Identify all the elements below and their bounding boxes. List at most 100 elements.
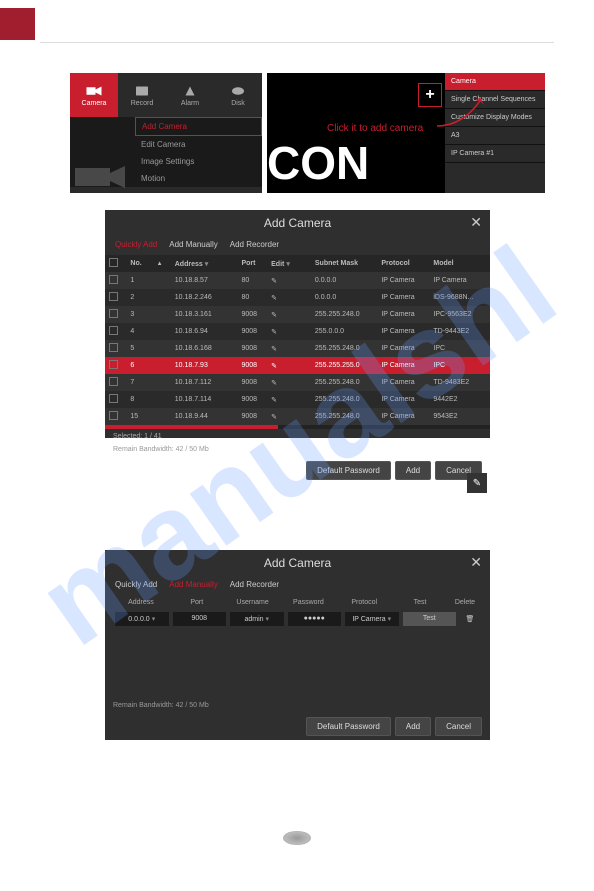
edit-icon[interactable]: ✎ xyxy=(267,357,301,374)
scrollbar-thumb[interactable] xyxy=(105,425,278,429)
col-port[interactable]: Port xyxy=(237,255,267,272)
menu-label: Record xyxy=(131,100,154,107)
tab-add-manually[interactable]: Add Manually xyxy=(169,240,217,249)
cell-mask: 255.255.248.0 xyxy=(311,408,377,425)
cell-protocol: IP Camera xyxy=(377,272,429,289)
header-divider xyxy=(40,42,554,43)
close-icon[interactable]: ✕ xyxy=(470,214,482,231)
table-row[interactable]: 310.18.3.1619008✎255.255.248.0IP CameraI… xyxy=(105,306,490,323)
default-password-button[interactable]: Default Password xyxy=(306,461,391,480)
camera-table: No. Address Port Edit Subnet Mask Protoc… xyxy=(105,255,490,425)
test-button[interactable]: Test xyxy=(403,612,457,626)
cell-port: 9008 xyxy=(237,408,267,425)
hdr-delete: Delete xyxy=(450,599,480,606)
table-row[interactable]: 410.18.6.949008✎255.0.0.0IP CameraTD-944… xyxy=(105,323,490,340)
edit-icon[interactable]: ✎ xyxy=(267,391,301,408)
menu-image-settings[interactable]: Image Settings xyxy=(135,153,262,170)
table-row[interactable]: 1510.18.9.449008✎255.255.248.0IP Camera9… xyxy=(105,408,490,425)
cell-address: 10.18.9.44 xyxy=(171,408,228,425)
ctx-item-camera[interactable]: Camera xyxy=(445,73,545,91)
col-check[interactable] xyxy=(105,255,126,272)
tab-add-recorder[interactable]: Add Recorder xyxy=(230,580,279,589)
row-checkbox[interactable] xyxy=(109,394,118,403)
default-password-button[interactable]: Default Password xyxy=(306,717,391,736)
selected-count: Selected: 1 / 41 xyxy=(105,431,490,442)
row-checkbox[interactable] xyxy=(109,360,118,369)
col-edit[interactable]: Edit xyxy=(267,255,301,272)
row-checkbox[interactable] xyxy=(109,292,118,301)
add-camera-plus[interactable]: + xyxy=(418,83,442,107)
edit-icon[interactable]: ✎ xyxy=(267,289,301,306)
port-input[interactable]: 9008 xyxy=(173,612,227,626)
col-address[interactable]: Address xyxy=(171,255,228,272)
menu-add-camera[interactable]: Add Camera xyxy=(135,117,262,136)
edit-icon[interactable]: ✎ xyxy=(267,374,301,391)
col-subnet[interactable]: Subnet Mask xyxy=(311,255,377,272)
add-button[interactable]: Add xyxy=(395,461,431,480)
menu-panel: Camera Record Alarm Disk Add Camera Edit… xyxy=(70,73,262,193)
context-left: CON Click it to add camera + xyxy=(267,73,445,193)
row-checkbox[interactable] xyxy=(109,377,118,386)
cell-protocol: IP Camera xyxy=(377,323,429,340)
add-camera-dialog-manual: Add Camera ✕ Quickly Add Add Manually Ad… xyxy=(105,550,490,740)
tab-quickly-add[interactable]: Quickly Add xyxy=(115,580,157,589)
menu-motion[interactable]: Motion xyxy=(135,170,262,187)
edit-icon-block[interactable]: ✎ xyxy=(467,473,487,493)
tab-add-recorder[interactable]: Add Recorder xyxy=(230,240,279,249)
sort-indicator[interactable] xyxy=(151,255,171,272)
col-model[interactable]: Model xyxy=(429,255,490,272)
menu-edit-camera[interactable]: Edit Camera xyxy=(135,136,262,153)
table-row[interactable]: 810.18.7.1149008✎255.255.248.0IP Camera9… xyxy=(105,391,490,408)
protocol-select[interactable]: IP Camera xyxy=(345,612,399,626)
menu-record[interactable]: Record xyxy=(118,73,166,117)
menu-disk[interactable]: Disk xyxy=(214,73,262,117)
menu-camera[interactable]: Camera xyxy=(70,73,118,117)
menu-label: Disk xyxy=(231,100,245,107)
menu-alarm[interactable]: Alarm xyxy=(166,73,214,117)
cell-protocol: IP Camera xyxy=(377,289,429,306)
row-checkbox[interactable] xyxy=(109,275,118,284)
col-protocol[interactable]: Protocol xyxy=(377,255,429,272)
col-no[interactable]: No. xyxy=(126,255,150,272)
hdr-protocol: Protocol xyxy=(338,599,390,606)
manual-headers: Address Port Username Password Protocol … xyxy=(105,595,490,610)
table-row[interactable]: 510.18.6.1689008✎255.255.248.0IP CameraI… xyxy=(105,340,490,357)
table-row[interactable]: 110.18.8.5780✎0.0.0.0IP CameraIP Camera xyxy=(105,272,490,289)
cell-address: 10.18.2.246 xyxy=(171,289,228,306)
cell-protocol: IP Camera xyxy=(377,340,429,357)
cell-model: IPC xyxy=(429,357,490,374)
row-checkbox[interactable] xyxy=(109,309,118,318)
password-input[interactable]: ●●●●● xyxy=(288,612,342,626)
table-row[interactable]: 210.18.2.24680✎0.0.0.0IP CameraiDS-9688N… xyxy=(105,289,490,306)
edit-icon[interactable]: ✎ xyxy=(267,408,301,425)
edit-icon[interactable]: ✎ xyxy=(267,323,301,340)
cell-address: 10.18.8.57 xyxy=(171,272,228,289)
cancel-button[interactable]: Cancel xyxy=(435,717,482,736)
scrollbar-track[interactable] xyxy=(105,425,490,429)
address-input[interactable]: 0.0.0.0 xyxy=(115,612,169,626)
close-icon[interactable]: ✕ xyxy=(470,554,482,571)
cell-protocol: IP Camera xyxy=(377,374,429,391)
cell-no: 4 xyxy=(126,323,150,340)
row-checkbox[interactable] xyxy=(109,343,118,352)
row-checkbox[interactable] xyxy=(109,411,118,420)
cell-port: 9008 xyxy=(237,391,267,408)
manual-row: 0.0.0.0 9008 admin ●●●●● IP Camera Test … xyxy=(105,610,490,628)
edit-icon[interactable]: ✎ xyxy=(267,306,301,323)
table-row[interactable]: 610.18.7.939008✎255.255.255.0IP CameraIP… xyxy=(105,357,490,374)
add-button[interactable]: Add xyxy=(395,717,431,736)
cell-port: 9008 xyxy=(237,340,267,357)
hdr-username: Username xyxy=(227,599,279,606)
ctx-item-ipcam[interactable]: IP Camera #1 xyxy=(445,145,545,163)
hdr-test: Test xyxy=(394,599,446,606)
username-input[interactable]: admin xyxy=(230,612,284,626)
table-row[interactable]: 710.18.7.1129008✎255.255.248.0IP CameraT… xyxy=(105,374,490,391)
cell-address: 10.18.6.168 xyxy=(171,340,228,357)
hdr-port: Port xyxy=(171,599,223,606)
edit-icon[interactable]: ✎ xyxy=(267,340,301,357)
tab-add-manually[interactable]: Add Manually xyxy=(169,580,217,589)
row-checkbox[interactable] xyxy=(109,326,118,335)
tab-quickly-add[interactable]: Quickly Add xyxy=(115,240,157,249)
edit-icon[interactable]: ✎ xyxy=(267,272,301,289)
delete-icon[interactable]: 🗑 xyxy=(460,612,480,626)
